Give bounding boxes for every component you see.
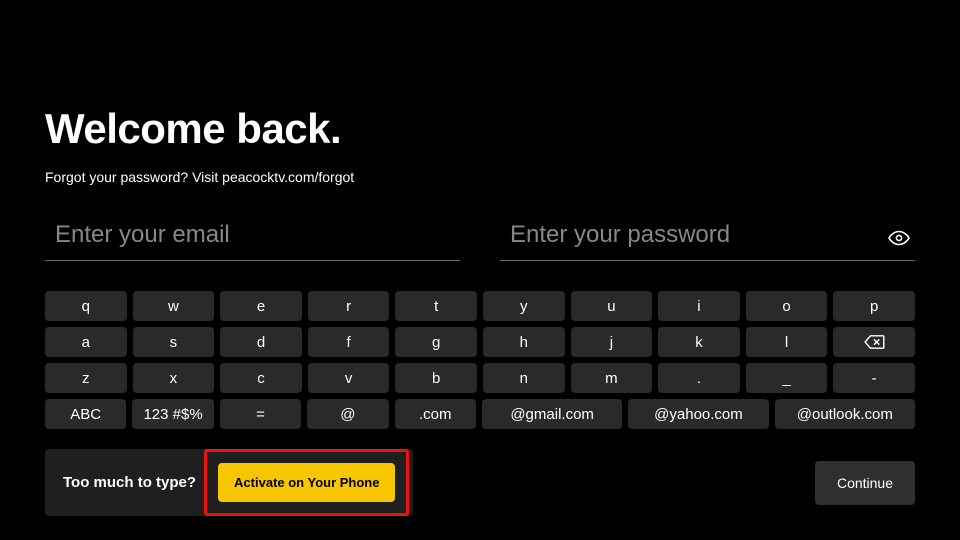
key-at[interactable]: @ <box>307 399 388 429</box>
key-k[interactable]: k <box>658 327 740 357</box>
key-w[interactable]: w <box>133 291 215 321</box>
key-d[interactable]: d <box>220 327 302 357</box>
key-s[interactable]: s <box>133 327 215 357</box>
key--yahoo-com[interactable]: @yahoo.com <box>628 399 768 429</box>
key--com[interactable]: .com <box>395 399 476 429</box>
password-field-wrapper <box>500 215 915 261</box>
page-title: Welcome back. <box>45 105 915 153</box>
key-a[interactable]: a <box>45 327 127 357</box>
key-h[interactable]: h <box>483 327 565 357</box>
promo-text: Too much to type? <box>63 474 196 491</box>
key-m[interactable]: m <box>571 363 653 393</box>
key-123-[interactable]: 123 #$% <box>132 399 213 429</box>
key-period[interactable]: . <box>658 363 740 393</box>
credential-fields <box>45 215 915 261</box>
key-e[interactable]: e <box>220 291 302 321</box>
forgot-password-text: Forgot your password? Visit peacocktv.co… <box>45 169 915 185</box>
key-u[interactable]: u <box>571 291 653 321</box>
key-underscore[interactable]: _ <box>746 363 828 393</box>
key-f[interactable]: f <box>308 327 390 357</box>
key-q[interactable]: q <box>45 291 127 321</box>
key-c[interactable]: c <box>220 363 302 393</box>
key-o[interactable]: o <box>746 291 828 321</box>
key-p[interactable]: p <box>833 291 915 321</box>
key-dash[interactable]: - <box>833 363 915 393</box>
activate-on-phone-button[interactable]: Activate on Your Phone <box>218 463 395 502</box>
key-r[interactable]: r <box>308 291 390 321</box>
continue-button[interactable]: Continue <box>815 461 915 505</box>
key--gmail-com[interactable]: @gmail.com <box>482 399 622 429</box>
key-v[interactable]: v <box>308 363 390 393</box>
key-b[interactable]: b <box>395 363 477 393</box>
key-x[interactable]: x <box>133 363 215 393</box>
key-t[interactable]: t <box>395 291 477 321</box>
password-field[interactable] <box>500 217 877 259</box>
key-l[interactable]: l <box>746 327 828 357</box>
show-password-icon[interactable] <box>885 226 913 250</box>
onscreen-keyboard: qwertyuiop asdfghjkl zxcvbnm._- ABC123 #… <box>45 291 915 429</box>
key--outlook-com[interactable]: @outlook.com <box>775 399 915 429</box>
key-equals[interactable]: = <box>220 399 301 429</box>
key-abc[interactable]: ABC <box>45 399 126 429</box>
key-backspace[interactable] <box>833 327 915 357</box>
key-i[interactable]: i <box>658 291 740 321</box>
key-j[interactable]: j <box>571 327 653 357</box>
email-field[interactable] <box>45 217 460 259</box>
key-z[interactable]: z <box>45 363 127 393</box>
key-y[interactable]: y <box>483 291 565 321</box>
key-g[interactable]: g <box>395 327 477 357</box>
activation-promo: Too much to type? Activate on Your Phone <box>45 449 413 516</box>
key-n[interactable]: n <box>483 363 565 393</box>
email-field-wrapper <box>45 215 460 261</box>
